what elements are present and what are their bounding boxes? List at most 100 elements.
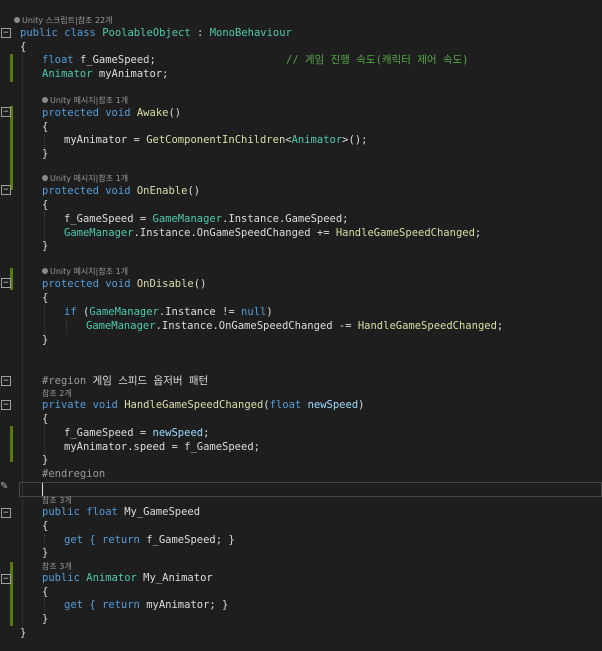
code-line-handler-1[interactable]: f_GameSpeed = newSpeed; [64,426,209,440]
fold-toggle-icon[interactable]: − [1,278,11,288]
brace: } [42,613,49,625]
code-line-brace[interactable]: } [42,453,48,467]
indent-guide [44,212,45,240]
keyword: class [64,27,96,39]
brace: { [42,121,49,133]
type-name: MonoBehaviour [209,27,292,39]
method-name: HandleGameSpeedChanged [124,399,264,411]
brace: } [42,334,49,346]
pencil-edit-icon: ✎ [0,481,9,492]
code-line-prop-speed-sig[interactable]: public float My_GameSpeed [42,505,200,519]
keyword: float [42,54,74,66]
code-line-region[interactable]: #region 게임 스피드 옵저버 패턴 [42,374,208,388]
keyword: void [105,107,131,119]
type-name: GameManager [89,306,159,318]
type-name: GameManager [152,213,223,225]
region-label: 게임 스피드 옵저버 패턴 [92,375,209,387]
codelens-text: Unity 메시지|참조 1개 [50,174,129,183]
identifier: My_Animator [143,572,213,584]
code-line-brace[interactable]: } [42,239,48,253]
keyword: protected [42,185,99,197]
codelens-text: Unity 스크립트|참조 22개 [22,16,113,25]
brace: } [42,148,49,160]
code-line-comment[interactable]: // 게임 진행 속도(캐릭터 제어 속도) [286,53,468,67]
identifier: myAnimator.speed = f_GameSpeed; [64,441,260,453]
fold-toggle-icon[interactable]: − [1,28,11,38]
code-line-onenable-1[interactable]: f_GameSpeed = GameManager.Instance.GameS… [64,212,349,226]
fold-toggle-icon[interactable]: − [1,107,11,117]
identifier: f_GameSpeed; [79,54,156,66]
code-line-onenable-2[interactable]: GameManager.Instance.OnGameSpeedChanged … [64,226,481,240]
keyword: public [20,27,58,39]
keyword: get { [64,599,102,611]
code-line-brace[interactable]: { [42,585,48,599]
brace: } [42,547,49,559]
fold-toggle-icon[interactable]: − [1,508,11,518]
change-bar [10,106,13,190]
code-line-brace[interactable]: } [42,333,48,347]
operator: = [127,134,147,146]
code-line-brace[interactable]: } [42,546,48,560]
code-line-endregion[interactable]: #endregion [42,467,105,481]
code-line-brace[interactable]: } [20,626,26,640]
brace: { [42,292,49,304]
brace: { [42,199,49,211]
code-line-awake-sig[interactable]: protected void Awake() [42,106,181,120]
code-line-awake-body[interactable]: myAnimator = GetComponentInChildren<Anim… [64,133,367,147]
comment: // 게임 진행 속도(캐릭터 제어 속도) [286,54,469,66]
type-name: GameManager [64,227,134,239]
type-name: GameManager [86,320,156,332]
code-line-brace[interactable]: { [42,412,48,426]
punctuation: () [168,107,182,119]
code-line-ondisable-sig[interactable]: protected void OnDisable() [42,277,206,291]
punctuation: : [197,27,204,39]
fold-toggle-icon[interactable]: − [1,185,11,195]
identifier: myAnimator; [98,68,169,80]
indent-guide [44,134,45,148]
fold-toggle-icon[interactable]: − [1,400,11,410]
code-line-handler-2[interactable]: myAnimator.speed = f_GameSpeed; [64,440,260,454]
punctuation: ; [496,320,504,332]
code-line-brace[interactable]: { [42,120,48,134]
fold-toggle-icon[interactable]: − [1,574,11,584]
code-line-prop-anim-get[interactable]: get { return myAnimator; } [64,598,228,612]
keyword: public [42,572,80,584]
keyword: protected [42,278,99,290]
code-line-brace[interactable]: { [42,519,48,533]
code-line-ondisable-body[interactable]: GameManager.Instance.OnGameSpeedChanged … [86,319,503,333]
brace: { [42,520,49,532]
code-line-prop-anim-sig[interactable]: public Animator My_Animator [42,571,213,585]
change-bar [10,562,13,626]
keyword: void [105,278,131,290]
code-line-prop-speed-get[interactable]: get { return f_GameSpeed; } [64,533,235,547]
code-line-brace[interactable]: } [42,612,48,626]
type-name: Animator [291,134,343,146]
brace: { [42,413,49,425]
indent-guide [22,50,23,632]
code-line-ondisable-if[interactable]: if (GameManager.Instance != null) [64,305,273,319]
punctuation: ; [203,427,210,439]
code-line-class[interactable]: public class PoolableObject : MonoBehavi… [20,26,292,40]
code-line-brace[interactable]: { [42,198,48,212]
keyword: float [86,506,118,518]
fold-toggle-icon[interactable]: − [1,376,11,386]
code-line-field-speed[interactable]: float f_GameSpeed; [42,53,156,67]
type-name: Animator [86,572,137,584]
indent-guide [44,598,45,612]
identifier: .Instance.GameSpeed; [222,213,349,225]
method-name: Awake [136,107,169,119]
code-editor[interactable]: − − − − − − − − ✎ Unity 스크립트|참조 22개 publ… [0,0,602,651]
keyword: if [64,306,77,318]
keyword: null [241,306,267,318]
codelens-text: Unity 메시지|참조 1개 [50,267,129,276]
keyword: protected [42,107,99,119]
method-name: OnEnable [136,185,188,197]
indent-guide [44,426,45,454]
code-line-brace[interactable]: } [42,147,48,161]
code-line-brace[interactable]: { [20,40,26,54]
punctuation: ( [76,306,90,318]
code-line-brace[interactable]: { [42,291,48,305]
code-line-handler-sig[interactable]: private void HandleGameSpeedChanged(floa… [42,398,364,412]
code-line-field-anim[interactable]: Animator myAnimator; [42,67,168,81]
code-line-onenable-sig[interactable]: protected void OnEnable() [42,184,200,198]
